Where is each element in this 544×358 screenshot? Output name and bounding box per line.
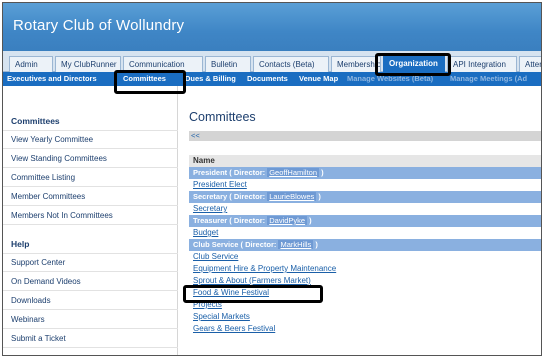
group-name: Treasurer: [193, 216, 228, 225]
subnav-executives-directors[interactable]: Executives and Directors: [7, 72, 97, 86]
tab-membership[interactable]: Membership: [331, 56, 381, 72]
subnav-dues-billing[interactable]: Dues & Billing: [185, 72, 236, 86]
committee-link[interactable]: President Elect: [189, 179, 541, 191]
director-label: Director:: [245, 240, 277, 249]
director-label: Director:: [233, 168, 266, 177]
back-link[interactable]: <<: [191, 131, 200, 141]
main-content: Committees << Name President ( Director:…: [179, 86, 541, 355]
group-name: President: [193, 168, 228, 177]
committee-link[interactable]: Food & Wine Festival: [189, 287, 541, 299]
tab-bulletin[interactable]: Bulletin: [205, 56, 251, 72]
site-title: Rotary Club of Wollundry: [13, 17, 185, 34]
committee-group-row[interactable]: Treasurer ( Director: DavidPyke ): [189, 215, 541, 227]
subnav-manage-websites[interactable]: Manage Websites (Beta): [347, 72, 433, 86]
committee-link[interactable]: Projects: [189, 299, 541, 311]
back-bar: <<: [189, 131, 541, 141]
director-label: Director:: [233, 192, 266, 201]
director-label: Director:: [233, 216, 266, 225]
main-tabs: Admin My ClubRunner Communication Bullet…: [3, 51, 541, 72]
director-name-link[interactable]: LaurieBlowes: [267, 192, 317, 201]
committee-link[interactable]: Sprout & About (Farmers Market): [189, 275, 541, 287]
group-name: Secretary: [193, 192, 228, 201]
tab-contacts[interactable]: Contacts (Beta): [253, 56, 329, 72]
sidebar-link-view-yearly-committee[interactable]: View Yearly Committee: [3, 131, 178, 149]
tab-api-integration[interactable]: API Integration: [447, 56, 517, 72]
subnav-manage-meetings[interactable]: Manage Meetings (Ad: [450, 72, 527, 86]
sidebar-link-webinars[interactable]: Webinars: [3, 311, 178, 329]
browser-frame: Rotary Club of Wollundry Admin My ClubRu…: [2, 2, 542, 356]
page-title: Committees: [189, 110, 256, 124]
director-name-link[interactable]: GeoffHamilton: [267, 168, 320, 177]
sub-navigation: Executives and Directors Committees Dues…: [3, 72, 541, 86]
tab-attendance[interactable]: Attendance: [519, 56, 541, 72]
committee-group-row[interactable]: Club Service ( Director: MarkHills ): [189, 239, 541, 251]
sidebar-heading-help: Help: [11, 239, 30, 249]
sidebar: Committees View Yearly Committee View St…: [3, 86, 178, 355]
group-name: Club Service: [193, 240, 239, 249]
sidebar-link-on-demand-videos[interactable]: On Demand Videos: [3, 273, 178, 291]
sidebar-heading-committees: Committees: [11, 116, 60, 126]
subnav-venue-map[interactable]: Venue Map: [299, 72, 338, 86]
committee-group-row[interactable]: Secretary ( Director: LaurieBlowes ): [189, 191, 541, 203]
sidebar-link-committee-listing[interactable]: Committee Listing: [3, 169, 178, 187]
tab-admin[interactable]: Admin: [9, 56, 53, 72]
tab-communication[interactable]: Communication: [123, 56, 203, 72]
site-header: Rotary Club of Wollundry: [3, 3, 541, 51]
committee-link[interactable]: Budget: [189, 227, 541, 239]
subnav-committees[interactable]: Committees: [123, 72, 166, 86]
committee-link[interactable]: Club Service: [189, 251, 541, 263]
committee-group-row[interactable]: President ( Director: GeoffHamilton ): [189, 167, 541, 179]
director-name-link[interactable]: MarkHills: [278, 240, 314, 249]
sidebar-link-downloads[interactable]: Downloads: [3, 292, 178, 310]
column-header-name: Name: [189, 155, 541, 167]
tab-organization[interactable]: Organization: [383, 54, 445, 72]
director-name-link[interactable]: DavidPyke: [267, 216, 308, 225]
sidebar-link-submit-ticket[interactable]: Submit a Ticket: [3, 330, 178, 348]
sidebar-link-view-standing-committees[interactable]: View Standing Committees: [3, 150, 178, 168]
committee-link[interactable]: Gears & Beers Festival: [189, 323, 541, 335]
tab-my-clubrunner[interactable]: My ClubRunner: [55, 56, 121, 72]
subnav-documents[interactable]: Documents: [247, 72, 288, 86]
sidebar-link-member-committees[interactable]: Member Committees: [3, 188, 178, 206]
sidebar-link-members-not-in-committees[interactable]: Members Not In Committees: [3, 207, 178, 225]
sidebar-link-support-center[interactable]: Support Center: [3, 254, 178, 272]
committee-link[interactable]: Equipment Hire & Property Maintenance: [189, 263, 541, 275]
committee-link[interactable]: Secretary: [189, 203, 541, 215]
committee-link[interactable]: Special Markets: [189, 311, 541, 323]
